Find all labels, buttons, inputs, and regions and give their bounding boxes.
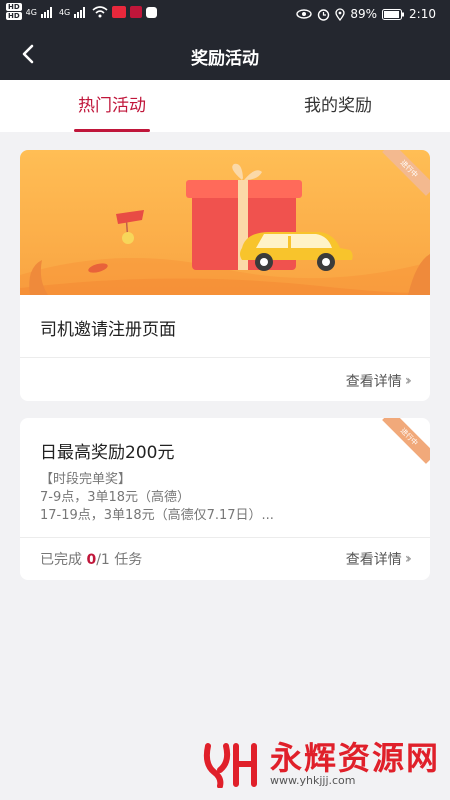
activity-card-invite[interactable]: 进行中 司机邀请注册页面 查看详情 ››: [20, 150, 430, 401]
tab-hot-activities[interactable]: 热门活动: [60, 80, 164, 132]
ongoing-ribbon: 进行中: [382, 418, 430, 464]
activity-card-daily-reward[interactable]: 进行中 日最高奖励200元 【时段完单奖】 7-9点，3单18元（高德） 17-…: [20, 418, 430, 580]
view-details-link[interactable]: 查看详情 ››: [345, 371, 412, 391]
network-type-label: 4G: [25, 7, 37, 17]
clock-time: 2:10: [409, 7, 436, 21]
watermark: 永辉资源网 www.yhkjjj.com: [200, 740, 440, 788]
double-chevron-right-icon: ››: [404, 373, 412, 389]
battery-percent: 89%: [350, 7, 378, 21]
battery-icon: [382, 8, 405, 20]
app-notification-icon-2: [130, 6, 143, 18]
hd-indicator: HD HD: [6, 3, 22, 20]
view-details-link[interactable]: 查看详情 ››: [345, 549, 412, 569]
app-notification-icon: [112, 6, 127, 18]
double-chevron-right-icon: ››: [404, 551, 412, 567]
activity-description: 【时段完单奖】 7-9点，3单18元（高德） 17-19点，3单18元（高德仅7…: [40, 472, 274, 523]
alarm-icon: [318, 8, 330, 21]
tab-bar: 热门活动 我的奖励: [0, 80, 450, 132]
wifi-icon: [92, 6, 108, 18]
view-details-label: 查看详情: [345, 374, 402, 390]
eye-icon: [296, 9, 313, 19]
active-tab-indicator: [74, 129, 150, 132]
status-bar: HD HD 4G 4G 89% 2:10: [0, 0, 450, 30]
progress-suffix: /1 任务: [96, 552, 143, 568]
activity-title: 日最高奖励200元: [40, 443, 175, 463]
task-progress: 已完成 0/1 任务: [40, 549, 142, 569]
card-divider: [20, 357, 430, 358]
progress-prefix: 已完成: [40, 552, 87, 568]
watermark-text: 永辉资源网: [270, 739, 441, 777]
location-icon: [335, 7, 346, 21]
watermark-logo-icon: [203, 743, 257, 788]
network-type-label-2: 4G: [58, 7, 71, 17]
signal-icon-2: [74, 7, 86, 18]
app-header: HD HD 4G 4G 89% 2:10 奖励活动: [0, 0, 450, 80]
app-notification-icon-3: [146, 6, 158, 18]
signal-icon: [40, 7, 52, 18]
page-title: 奖励活动: [191, 49, 259, 69]
progress-done-count: 0: [86, 552, 97, 568]
card-divider: [20, 537, 430, 538]
gift-car-banner-image: [20, 150, 430, 295]
activity-title: 司机邀请注册页面: [40, 320, 176, 340]
tab-my-rewards[interactable]: 我的奖励: [286, 80, 390, 132]
view-details-label: 查看详情: [345, 552, 402, 568]
